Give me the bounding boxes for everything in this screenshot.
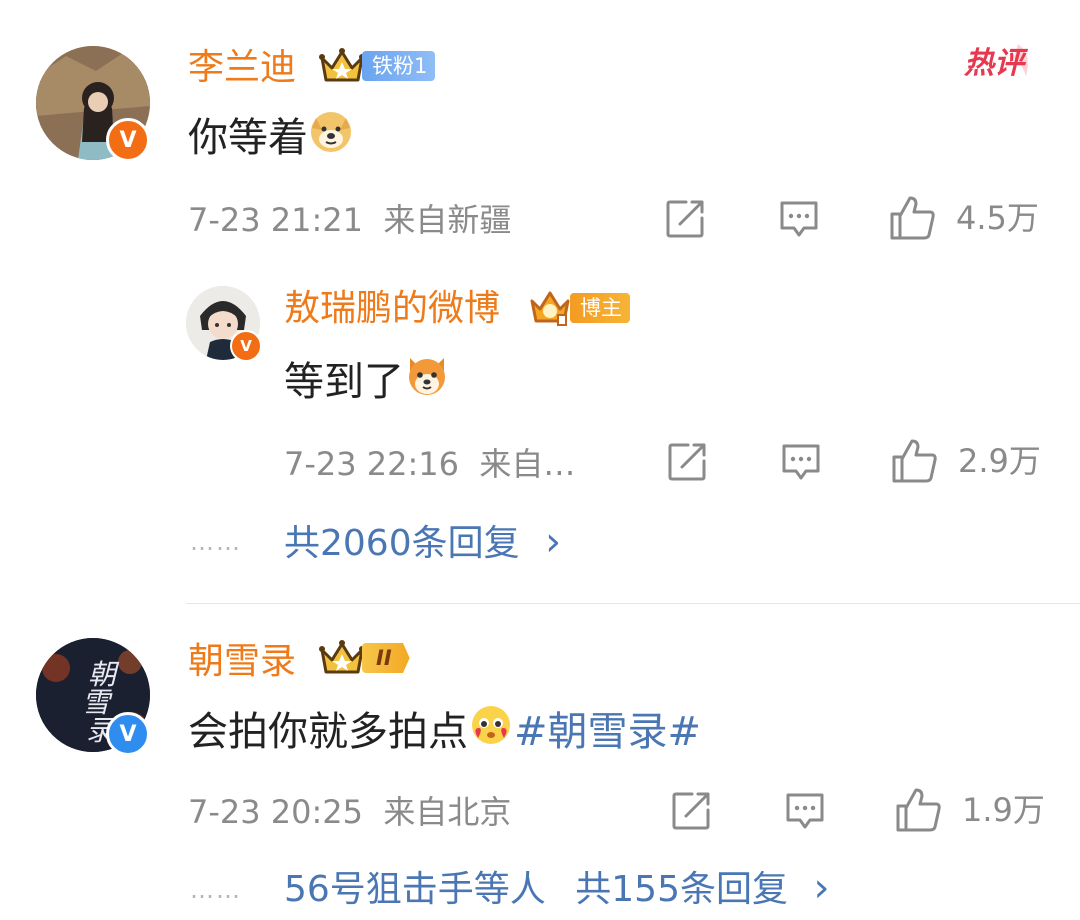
comment-icon[interactable] <box>778 198 820 240</box>
more-replies-link[interactable]: 56号狙击手等人 共155条回复 › <box>284 866 829 912</box>
fan-badge-label: 铁粉1 <box>362 51 436 81</box>
crown-icon <box>530 291 570 326</box>
reply-location: 来自… <box>479 445 576 483</box>
comment-icon[interactable] <box>780 441 822 483</box>
like-count: 4.5万 <box>956 199 1039 237</box>
comment-location: 来自新疆 <box>383 201 512 239</box>
verified-v-icon: V <box>230 330 262 362</box>
comment-time-value: 7-23 20:25 <box>188 793 364 831</box>
more-replies-label: 共155条回复 <box>575 869 788 910</box>
like-button[interactable]: 2.9万 <box>890 437 1041 485</box>
comment-time: 7-23 21:21 来自新疆 <box>188 200 511 240</box>
doge-emoji <box>308 108 354 167</box>
fan-badge: II <box>318 638 410 678</box>
chevron-right-icon: › <box>813 865 830 911</box>
like-button[interactable]: 1.9万 <box>894 786 1045 834</box>
verified-v-icon: V <box>106 712 150 756</box>
fan-badge: 铁粉1 <box>318 46 436 86</box>
share-icon[interactable] <box>666 441 708 483</box>
chevron-right-icon: › <box>545 519 562 565</box>
like-count: 1.9万 <box>962 791 1045 829</box>
comment-author[interactable]: 李兰迪 <box>188 46 296 90</box>
comment-text: 会拍你就多拍点 #朝雪录# <box>188 702 701 761</box>
comment-author[interactable]: 朝雪录 <box>188 640 296 684</box>
reply-text-body: 等到了 <box>284 358 404 405</box>
like-icon <box>896 788 941 832</box>
more-replies-dots: …… <box>190 876 242 904</box>
like-icon <box>892 439 937 483</box>
share-icon[interactable] <box>670 790 712 832</box>
comment-location: 来自北京 <box>383 793 512 831</box>
like-icon <box>890 196 935 240</box>
more-replies-link[interactable]: 共2060条回复 › <box>284 520 561 566</box>
fan-badge-label: II <box>362 643 410 673</box>
more-replies-label: 共2060条回复 <box>284 523 520 564</box>
hashtag-link[interactable]: #朝雪录# <box>514 706 701 758</box>
shiba-emoji <box>404 352 450 411</box>
crown-icon <box>319 640 365 674</box>
like-button[interactable]: 4.5万 <box>888 194 1039 242</box>
more-replies-dots: …… <box>190 528 242 556</box>
hot-comment-label: 热评 <box>964 46 1024 81</box>
comment-icon[interactable] <box>784 790 826 832</box>
blogger-badge: 博主 <box>528 287 630 329</box>
reply-users-label: 56号狙击手等人 <box>284 869 546 910</box>
comment-text-body: 你等着 <box>188 114 308 161</box>
divider <box>186 603 1080 604</box>
comment-time-value: 7-23 21:21 <box>188 201 364 239</box>
comment-text-body: 会拍你就多拍点 <box>188 708 468 755</box>
reply-author[interactable]: 敖瑞鹏的微博 <box>284 287 500 331</box>
pleading-heart-emoji <box>468 702 514 761</box>
reply-text: 等到了 <box>284 352 450 411</box>
crown-icon <box>319 48 365 82</box>
reply-time-value: 7-23 22:16 <box>284 445 460 483</box>
hot-comment-badge: 热评 <box>962 40 1038 88</box>
comment-text: 你等着 <box>188 108 354 167</box>
like-count: 2.9万 <box>958 442 1041 480</box>
verified-v-icon: V <box>106 118 150 162</box>
reply-time: 7-23 22:16 来自… <box>284 444 575 484</box>
blogger-badge-label: 博主 <box>570 293 630 323</box>
comment-time: 7-23 20:25 来自北京 <box>188 792 511 832</box>
share-icon[interactable] <box>664 198 706 240</box>
